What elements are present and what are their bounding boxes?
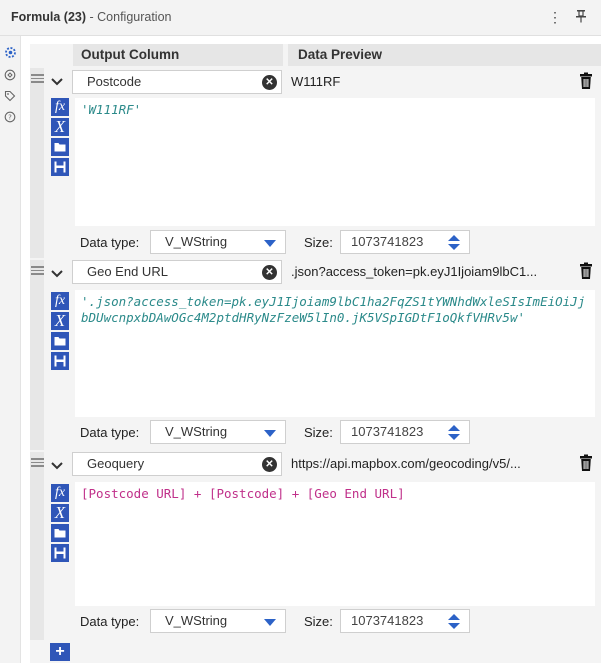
data-preview-value: W111RF [291,74,341,89]
data-preview-value: https://api.mapbox.com/geocoding/v5/... [291,456,521,471]
size-value: 1073741823 [351,424,424,439]
function-icon[interactable]: fx [51,484,69,502]
variable-icon[interactable]: X [51,117,69,136]
drag-handle-icon[interactable] [31,264,44,276]
size-stepper[interactable]: 1073741823 [340,420,470,444]
data-preview-value: .json?access_token=pk.eyJ1Ijoiam9lbC1... [291,264,538,279]
row-gutter [30,260,44,450]
data-type-select[interactable]: V_WString [150,609,286,633]
expression-operator: + [186,486,209,501]
data-type-select[interactable]: V_WString [150,420,286,444]
increment-icon[interactable] [448,614,460,620]
size-stepper[interactable]: 1073741823 [340,230,470,254]
data-type-value: V_WString [165,234,228,249]
dropdown-arrow-icon[interactable] [264,240,276,247]
config-icon[interactable] [3,68,17,82]
svg-text:?: ? [8,114,12,122]
clear-icon[interactable]: ✕ [262,457,277,472]
size-stepper[interactable]: 1073741823 [340,609,470,633]
function-icon[interactable]: fx [51,98,69,116]
size-label: Size: [304,235,333,250]
window-title-main: Formula (23) [11,10,87,24]
left-nav: ? [0,36,21,663]
chevron-down-icon[interactable] [51,458,63,470]
window-title-subtitle: - Configuration [89,10,172,24]
decrement-icon[interactable] [448,623,460,629]
type-bar: Data type: V_WString Size: 1073741823 [72,417,592,449]
data-type-value: V_WString [165,613,228,628]
chevron-down-icon[interactable] [51,266,63,278]
save-icon[interactable] [51,352,69,370]
output-column-header: Output Column [73,44,283,66]
help-icon[interactable]: ? [3,110,17,124]
expression-field: [Postcode URL] [81,486,187,501]
size-value: 1073741823 [351,234,424,249]
expression-field: [Geo End URL] [306,486,405,501]
expression-field: [Postcode] [208,486,285,501]
decrement-icon[interactable] [448,244,460,250]
row-gutter [30,68,44,258]
output-column-name: Geoquery [87,456,145,471]
expression-operator: + [284,486,307,501]
type-bar: Data type: V_WString Size: 1073741823 [72,227,592,259]
dropdown-arrow-icon[interactable] [264,619,276,626]
save-icon[interactable] [51,544,69,562]
row-gutter [30,452,44,640]
save-icon[interactable] [51,158,69,176]
clear-icon[interactable]: ✕ [262,75,277,90]
delete-icon[interactable] [578,262,594,280]
output-column-field[interactable]: Geoquery ✕ [72,452,282,476]
drag-handle-icon[interactable] [31,456,44,468]
delete-icon[interactable] [578,454,594,472]
output-column-name: Postcode [87,74,142,89]
delete-icon[interactable] [578,72,594,90]
folder-icon[interactable] [51,332,69,350]
clear-icon[interactable]: ✕ [262,265,277,280]
data-type-label: Data type: [80,235,140,250]
window-title: Formula (23) - Configuration [11,10,172,24]
function-icon[interactable]: fx [51,292,69,310]
data-type-label: Data type: [80,425,140,440]
expression-editor[interactable]: '.json?access_token=pk.eyJ1Ijoiam9lbC1ha… [75,290,595,417]
data-preview-header: Data Preview [288,44,601,66]
expression-editor[interactable]: [Postcode URL] + [Postcode] + [Geo End U… [75,482,595,606]
data-type-select[interactable]: V_WString [150,230,286,254]
add-formula-button[interactable]: + [50,643,70,661]
output-column-field[interactable]: Postcode ✕ [72,70,282,94]
variable-icon[interactable]: X [51,503,69,522]
data-type-label: Data type: [80,614,140,629]
more-options-icon[interactable]: ⋮ [548,9,562,26]
tag-icon[interactable] [3,89,17,103]
gear-icon[interactable] [3,45,17,59]
output-column-field[interactable]: Geo End URL ✕ [72,260,282,284]
folder-icon[interactable] [51,138,69,156]
increment-icon[interactable] [448,425,460,431]
drag-handle-icon[interactable] [31,72,44,84]
folder-icon[interactable] [51,524,69,542]
size-value: 1073741823 [351,613,424,628]
expression-editor[interactable]: 'W111RF' [75,98,595,226]
title-bar: Formula (23) - Configuration ⋮ [0,0,601,36]
pin-icon[interactable] [575,9,587,26]
output-column-name: Geo End URL [87,264,168,279]
decrement-icon[interactable] [448,434,460,440]
data-type-value: V_WString [165,424,228,439]
chevron-down-icon[interactable] [51,74,63,86]
dropdown-arrow-icon[interactable] [264,430,276,437]
size-label: Size: [304,614,333,629]
size-label: Size: [304,425,333,440]
increment-icon[interactable] [448,235,460,241]
variable-icon[interactable]: X [51,311,69,330]
type-bar: Data type: V_WString Size: 1073741823 [72,606,592,638]
